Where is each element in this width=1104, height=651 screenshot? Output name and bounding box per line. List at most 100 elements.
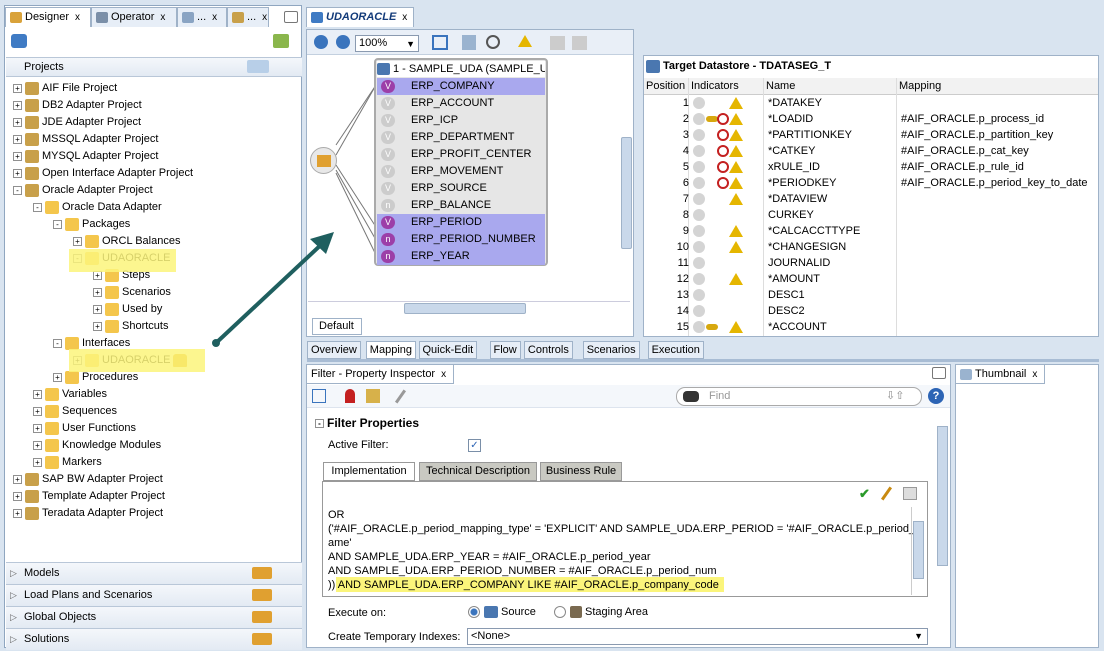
filter-icon[interactable] [310, 147, 337, 174]
accordion-models[interactable]: Models [6, 562, 302, 584]
target-row[interactable]: 5 xRULE_ID #AIF_ORACLE.p_rule_id [645, 159, 1095, 175]
accordion-action-icon[interactable] [252, 611, 272, 623]
section-filter-properties[interactable]: - Filter Properties [315, 416, 419, 430]
target-row[interactable]: 8 CURKEY [645, 207, 1095, 223]
accordion-action-icon[interactable] [252, 633, 272, 645]
radio-source[interactable]: Source [468, 606, 536, 619]
close-icon[interactable]: x [402, 12, 407, 23]
tree-item[interactable]: + JDE Adapter Project [13, 114, 141, 131]
accordion-action-icon[interactable] [252, 567, 272, 579]
minimize-button[interactable] [284, 11, 298, 23]
tab-quick-edit[interactable]: Quick-Edit [418, 341, 478, 359]
search-icon[interactable] [486, 35, 500, 49]
expand-icon[interactable]: + [93, 321, 102, 331]
close-icon[interactable]: x [212, 12, 217, 23]
close-icon[interactable]: x [1032, 369, 1037, 380]
tab-execution[interactable]: Execution [647, 341, 704, 359]
tree-item[interactable]: + MYSQL Adapter Project [13, 148, 158, 165]
expand-icon[interactable]: + [13, 474, 22, 484]
help-icon[interactable]: ? [928, 388, 944, 404]
tree-item[interactable]: + DB2 Adapter Project [13, 97, 142, 114]
warning-icon[interactable] [518, 35, 532, 48]
expand-icon[interactable]: + [13, 117, 22, 127]
target-row[interactable]: 13 DESC1 [645, 287, 1095, 303]
target-row[interactable]: 6 *PERIODKEY #AIF_ORACLE.p_period_key_to_d… [645, 175, 1095, 191]
tree-item[interactable]: - Packages [53, 216, 130, 233]
tab-mapping[interactable]: Mapping [365, 341, 416, 359]
expand-icon[interactable]: + [93, 287, 102, 297]
source-attribute[interactable]: V ERP_COMPANY [377, 78, 545, 95]
tab-scenarios[interactable]: Scenarios [582, 341, 640, 359]
zoom-select[interactable]: 100% ▼ [355, 35, 419, 52]
sync-icon[interactable] [312, 389, 326, 403]
zoom-out-icon[interactable] [336, 35, 350, 49]
expand-icon[interactable]: + [13, 168, 22, 178]
expand-icon[interactable]: + [53, 372, 62, 382]
expand-icon[interactable]: + [33, 457, 42, 467]
subtab-business-rule[interactable]: Business Rule [540, 462, 622, 481]
expand-icon[interactable]: + [33, 389, 42, 399]
temp-index-select[interactable]: <None> ▼ [467, 628, 928, 645]
close-icon[interactable]: x [441, 369, 446, 380]
close-icon[interactable]: x [160, 12, 165, 23]
source-attribute[interactable]: V ERP_DEPARTMENT [377, 129, 545, 146]
tab-property-inspector[interactable]: Filter - Property Inspector x [306, 364, 454, 384]
tab-operator[interactable]: Operator x [91, 7, 177, 27]
tree-item[interactable]: + Variables [33, 386, 107, 403]
expand-icon[interactable]: + [13, 134, 22, 144]
target-row[interactable]: 4 *CATKEY #AIF_ORACLE.p_cat_key [645, 143, 1095, 159]
tab-topology[interactable]: ... x [177, 7, 227, 27]
table-icon[interactable] [462, 35, 476, 50]
tree-item[interactable]: + MSSQL Adapter Project [13, 131, 158, 148]
tree-item[interactable]: + Shortcuts [93, 318, 168, 335]
arrow-down-icon[interactable]: ⇩⇧ [886, 389, 904, 402]
expand-icon[interactable]: + [13, 508, 22, 518]
source-attribute[interactable]: V ERP_SOURCE [377, 180, 545, 197]
tree-item[interactable]: - Oracle Adapter Project [13, 182, 153, 199]
expand-icon[interactable]: + [33, 406, 42, 416]
expand-icon[interactable]: + [13, 100, 22, 110]
tab-designer[interactable]: Designer x [5, 7, 91, 27]
subtab-technical-description[interactable]: Technical Description [419, 462, 537, 481]
target-row[interactable]: 15 *ACCOUNT [645, 319, 1095, 335]
target-row[interactable]: 7 *DATAVIEW [645, 191, 1095, 207]
target-row[interactable]: 11 JOURNALID [645, 255, 1095, 271]
tree-item[interactable]: + Template Adapter Project [13, 488, 165, 505]
code-vscroll[interactable] [911, 507, 925, 595]
expand-icon[interactable]: + [33, 423, 42, 433]
tree-item[interactable]: + Used by [93, 301, 162, 318]
edit-icon[interactable] [366, 389, 380, 403]
tree-item[interactable]: + ORCL Balances [73, 233, 180, 250]
diagram-hscroll[interactable] [308, 301, 630, 314]
target-row[interactable]: 9 *CALCACCTTYPE [645, 223, 1095, 239]
expand-icon[interactable]: + [13, 83, 22, 93]
save-icon[interactable] [903, 487, 917, 500]
close-icon[interactable]: x [262, 12, 267, 23]
diagram-vscroll[interactable] [620, 55, 633, 301]
source-attribute[interactable]: V ERP_ACCOUNT [377, 95, 545, 112]
expand-icon[interactable]: - [53, 338, 62, 348]
tree-item[interactable]: + Markers [33, 454, 102, 471]
find-input[interactable]: Find ⇩⇧ [676, 387, 922, 406]
tree-item[interactable]: + Scenarios [93, 284, 171, 301]
minimize-button[interactable] [932, 367, 946, 379]
target-row[interactable]: 3 *PARTITIONKEY #AIF_ORACLE.p_partition_ke… [645, 127, 1095, 143]
subtab-implementation[interactable]: Implementation [323, 462, 415, 481]
target-row[interactable]: 1 *DATAKEY [645, 95, 1095, 111]
source-attribute[interactable]: n ERP_BALANCE [377, 197, 545, 214]
expand-icon[interactable]: + [73, 236, 82, 246]
source-attribute[interactable]: n ERP_PERIOD_NUMBER [377, 231, 545, 248]
active-filter-checkbox[interactable]: ✓ [468, 439, 481, 452]
projects-toolbar-icon[interactable] [247, 60, 269, 73]
expand-icon[interactable]: - [33, 202, 42, 212]
fit-icon[interactable] [432, 35, 448, 50]
expand-icon[interactable]: + [93, 304, 102, 314]
close-icon[interactable]: x [75, 12, 80, 23]
expand-icon[interactable]: - [13, 185, 22, 195]
tree-item[interactable]: + User Functions [33, 420, 136, 437]
tree-item[interactable]: + Open Interface Adapter Project [13, 165, 193, 182]
connect-icon[interactable] [11, 34, 27, 48]
check-icon[interactable]: ✔ [859, 486, 870, 502]
tree-item[interactable]: + Knowledge Modules [33, 437, 161, 454]
accordion-solutions[interactable]: Solutions [6, 628, 302, 650]
